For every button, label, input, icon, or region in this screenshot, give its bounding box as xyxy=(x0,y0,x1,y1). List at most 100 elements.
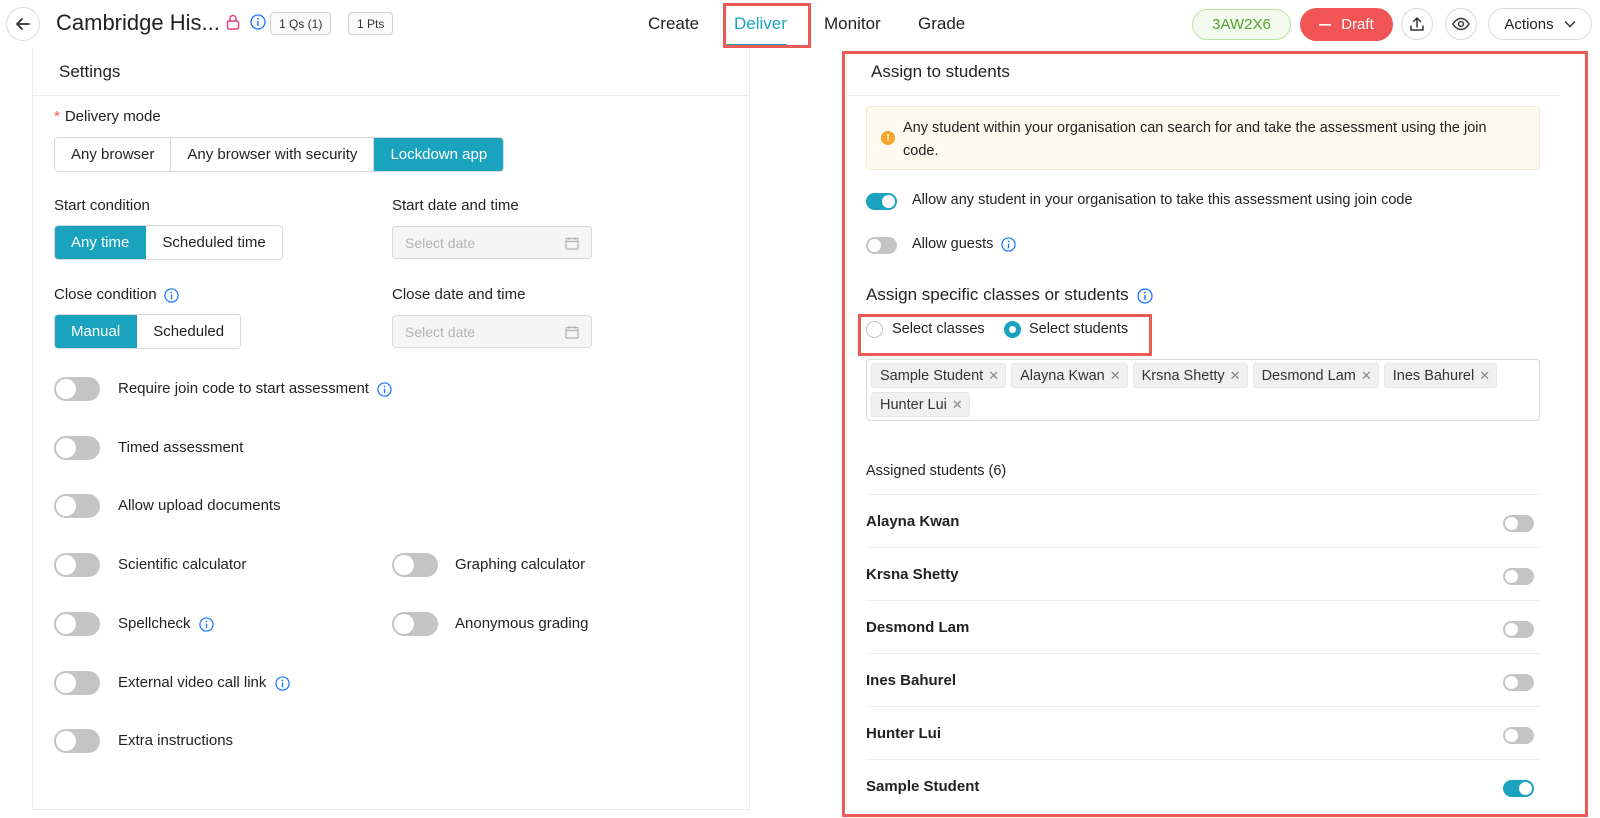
assigned-students-heading: Assigned students (6) xyxy=(866,463,1007,479)
delivery-any-browser[interactable]: Any browser xyxy=(55,138,172,171)
draft-status-button[interactable]: Draft xyxy=(1300,8,1393,41)
upload-documents-toggle[interactable] xyxy=(54,494,100,518)
close-condition-segmented: Manual Scheduled xyxy=(54,314,242,349)
warning-icon: ! xyxy=(881,131,895,145)
start-condition-segmented: Any time Scheduled time xyxy=(54,225,283,260)
spellcheck-label: Spellcheck xyxy=(118,615,214,632)
specific-assign-heading: Assign specific classes or students xyxy=(866,285,1154,305)
student-tag: Ines Bahurel ✕ xyxy=(1383,363,1498,388)
close-date-picker[interactable]: Select date xyxy=(392,315,592,348)
spellcheck-toggle[interactable] xyxy=(54,612,100,636)
student-toggle[interactable] xyxy=(1503,780,1534,797)
timed-assessment-toggle[interactable] xyxy=(54,436,100,460)
upload-documents-label: Allow upload documents xyxy=(118,497,281,514)
info-notice: ! Any student within your organisation c… xyxy=(866,106,1540,170)
remove-tag-icon[interactable]: ✕ xyxy=(1479,368,1490,384)
close-scheduled[interactable]: Scheduled xyxy=(137,315,241,348)
timed-assessment-label: Timed assessment xyxy=(118,439,244,456)
chevron-down-icon xyxy=(1564,20,1576,28)
start-datetime-label: Start date and time xyxy=(392,197,519,214)
minus-icon xyxy=(1319,23,1332,26)
student-name: Krsna Shetty xyxy=(866,565,959,583)
delivery-any-browser-security[interactable]: Any browser with security xyxy=(171,138,375,171)
close-condition-label: Close condition xyxy=(54,286,179,303)
info-icon[interactable] xyxy=(274,675,290,691)
tab-create[interactable]: Create xyxy=(648,14,699,34)
info-icon[interactable] xyxy=(1137,287,1154,304)
close-date-placeholder: Select date xyxy=(405,323,476,340)
student-toggle[interactable] xyxy=(1503,621,1534,638)
export-button[interactable] xyxy=(1401,8,1433,40)
delivery-lockdown-app[interactable]: Lockdown app xyxy=(374,138,504,171)
video-call-link-label: External video call link xyxy=(118,674,290,691)
student-name: Alayna Kwan xyxy=(866,512,960,530)
student-multiselect[interactable]: Sample Student ✕ Alayna Kwan ✕ Krsna Shett… xyxy=(866,359,1540,421)
student-toggle[interactable] xyxy=(1503,727,1534,744)
start-any-time[interactable]: Any time xyxy=(55,226,147,259)
allow-guests-label: Allow guests xyxy=(912,236,1017,252)
graphing-calculator-label: Graphing calculator xyxy=(455,556,586,573)
student-tag: Desmond Lam ✕ xyxy=(1252,363,1379,388)
student-row: Desmond Lam xyxy=(866,600,1540,653)
assessment-title: Cambridge His... xyxy=(56,10,220,35)
student-toggle[interactable] xyxy=(1503,674,1534,691)
remove-tag-icon[interactable]: ✕ xyxy=(952,397,963,413)
student-row: Sample Student xyxy=(866,759,1540,812)
select-students-radio[interactable] xyxy=(1004,321,1021,338)
scientific-calculator-toggle[interactable] xyxy=(54,553,100,577)
info-icon[interactable] xyxy=(250,14,266,30)
assign-heading: Assign to students xyxy=(847,48,1560,96)
anonymous-grading-toggle[interactable] xyxy=(392,612,438,636)
upload-icon xyxy=(1410,17,1424,31)
back-button[interactable] xyxy=(6,7,40,41)
actions-label: Actions xyxy=(1504,15,1554,33)
tab-grade[interactable]: Grade xyxy=(918,14,965,34)
remove-tag-icon[interactable]: ✕ xyxy=(1230,368,1241,384)
student-toggle[interactable] xyxy=(1503,568,1534,585)
student-row: Hunter Lui xyxy=(866,706,1540,759)
settings-heading: Settings xyxy=(33,48,749,96)
student-row: Ines Bahurel xyxy=(866,653,1540,706)
allow-org-label: Allow any student in your organisation t… xyxy=(912,192,1413,208)
student-tag: Hunter Lui ✕ xyxy=(871,392,970,417)
info-icon[interactable] xyxy=(1001,237,1017,252)
graphing-calculator-toggle[interactable] xyxy=(392,553,438,577)
lock-icon xyxy=(226,14,240,30)
student-row: Krsna Shetty xyxy=(866,547,1540,600)
remove-tag-icon[interactable]: ✕ xyxy=(1110,368,1121,384)
tab-deliver[interactable]: Deliver xyxy=(734,14,787,34)
start-date-picker[interactable]: Select date xyxy=(392,226,592,259)
start-condition-label: Start condition xyxy=(54,197,150,214)
settings-panel: Settings * Delivery mode Any browser Any … xyxy=(32,48,750,810)
calendar-icon xyxy=(565,236,579,250)
remove-tag-icon[interactable]: ✕ xyxy=(988,368,999,384)
student-toggle[interactable] xyxy=(1503,515,1534,532)
select-students-label: Select students xyxy=(1029,321,1129,337)
calendar-icon xyxy=(565,325,579,339)
start-scheduled-time[interactable]: Scheduled time xyxy=(146,226,282,259)
join-code-label: Require join code to start assessment xyxy=(118,380,392,397)
remove-tag-icon[interactable]: ✕ xyxy=(1361,368,1372,384)
actions-dropdown[interactable]: Actions xyxy=(1488,8,1592,40)
preview-button[interactable] xyxy=(1445,8,1477,40)
info-icon[interactable] xyxy=(164,287,179,303)
allow-org-toggle[interactable] xyxy=(866,193,897,210)
extra-instructions-toggle[interactable] xyxy=(54,729,100,753)
select-classes-radio[interactable] xyxy=(866,321,883,338)
info-icon[interactable] xyxy=(377,381,392,397)
active-tab-indicator xyxy=(723,44,787,47)
scientific-calculator-label: Scientific calculator xyxy=(118,556,247,573)
student-tag: Alayna Kwan ✕ xyxy=(1011,363,1128,388)
allow-guests-toggle[interactable] xyxy=(866,237,897,254)
top-bar: Cambridge His... 1 Qs (1) 1 Pts Create D… xyxy=(0,0,1600,48)
join-code-badge[interactable]: 3AW2X6 xyxy=(1192,9,1291,40)
draft-label: Draft xyxy=(1341,16,1374,33)
close-manual[interactable]: Manual xyxy=(55,315,138,348)
extra-instructions-label: Extra instructions xyxy=(118,732,234,749)
delivery-mode-label: * Delivery mode xyxy=(54,108,161,125)
join-code-toggle[interactable] xyxy=(54,377,100,401)
info-icon[interactable] xyxy=(199,616,214,632)
assign-panel: Assign to students ! Any student within … xyxy=(846,48,1560,810)
video-call-link-toggle[interactable] xyxy=(54,671,100,695)
tab-monitor[interactable]: Monitor xyxy=(824,14,881,34)
